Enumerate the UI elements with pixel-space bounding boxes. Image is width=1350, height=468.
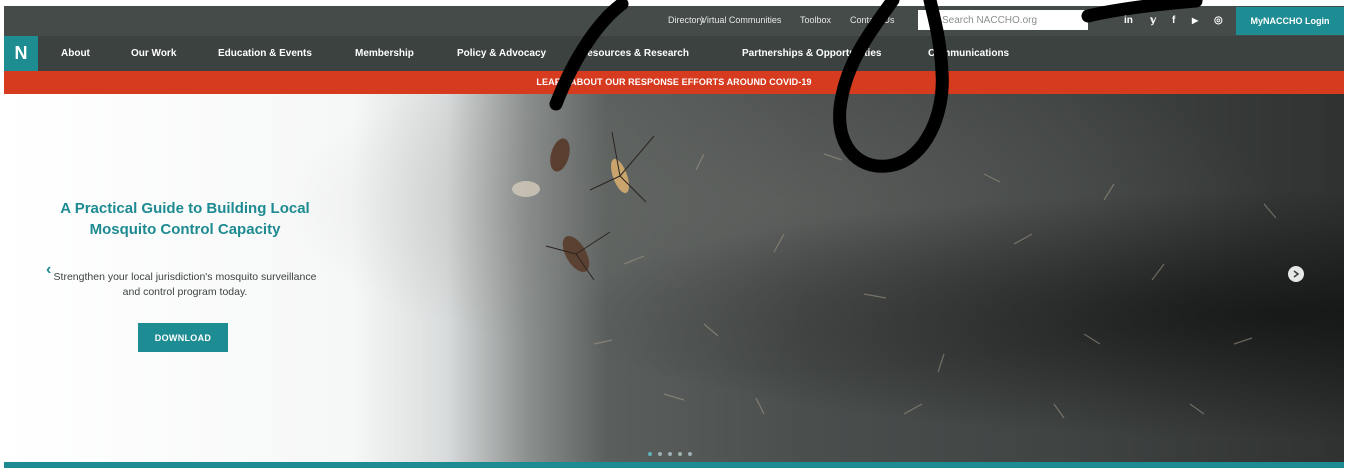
util-link-contact-us[interactable]: Contact Us [850, 15, 895, 25]
main-nav: N About Our Work Education & Events Memb… [4, 36, 1344, 71]
facebook-icon[interactable]: f [1172, 15, 1175, 26]
covid-alert-banner[interactable]: LEARN ABOUT OUR RESPONSE EFFORTS AROUND … [4, 71, 1344, 94]
twitter-icon[interactable]: 𝕪 [1150, 15, 1156, 26]
nav-item-resources-research[interactable]: Resources & Research [580, 48, 689, 59]
util-link-toolbox[interactable]: Toolbox [800, 15, 831, 25]
youtube-icon[interactable]: ▶ [1192, 16, 1198, 25]
carousel-dot[interactable] [648, 452, 652, 456]
nav-item-communications[interactable]: Communications [928, 48, 1009, 59]
util-link-directory[interactable]: Directory [668, 15, 704, 25]
nav-item-education-events[interactable]: Education & Events [218, 48, 312, 59]
nav-item-our-work[interactable]: Our Work [131, 48, 176, 59]
mynaccho-login-button[interactable]: MyNACCHO Login [1236, 7, 1344, 35]
mosquito-group [512, 131, 655, 281]
browser-viewport: Directory Virtual Communities Toolbox Co… [4, 6, 1344, 468]
carousel-next-arrow-icon[interactable] [1288, 266, 1304, 282]
utility-bar: Directory Virtual Communities Toolbox Co… [4, 6, 1344, 36]
hero-subtitle: Strengthen your local jurisdiction's mos… [53, 271, 317, 298]
instagram-icon[interactable]: ◎ [1214, 15, 1223, 26]
carousel-dot[interactable] [668, 452, 672, 456]
carousel-dot[interactable] [688, 452, 692, 456]
hero-title: A Practical Guide to Building Local Mosq… [60, 200, 310, 238]
util-link-virtual-communities[interactable]: Virtual Communities [701, 15, 781, 25]
carousel-dot[interactable] [658, 452, 662, 456]
nav-item-about[interactable]: About [61, 48, 90, 59]
linkedin-icon[interactable]: in [1124, 15, 1133, 26]
covid-alert-text[interactable]: LEARN ABOUT OUR RESPONSE EFFORTS AROUND … [4, 77, 1344, 87]
bottom-teal-strip [4, 462, 1344, 468]
carousel-dots [648, 452, 692, 458]
carousel-dot[interactable] [678, 452, 682, 456]
nav-item-partnerships-opportunities[interactable]: Partnerships & Opportunities [742, 48, 881, 59]
naccho-logo[interactable]: N [4, 36, 38, 71]
hero-carousel: A Practical Guide to Building Local Mosq… [4, 94, 1344, 462]
nav-item-policy-advocacy[interactable]: Policy & Advocacy [457, 48, 546, 59]
search-input[interactable] [918, 10, 1088, 30]
nav-item-membership[interactable]: Membership [355, 48, 414, 59]
download-button[interactable]: DOWNLOAD [138, 323, 228, 352]
